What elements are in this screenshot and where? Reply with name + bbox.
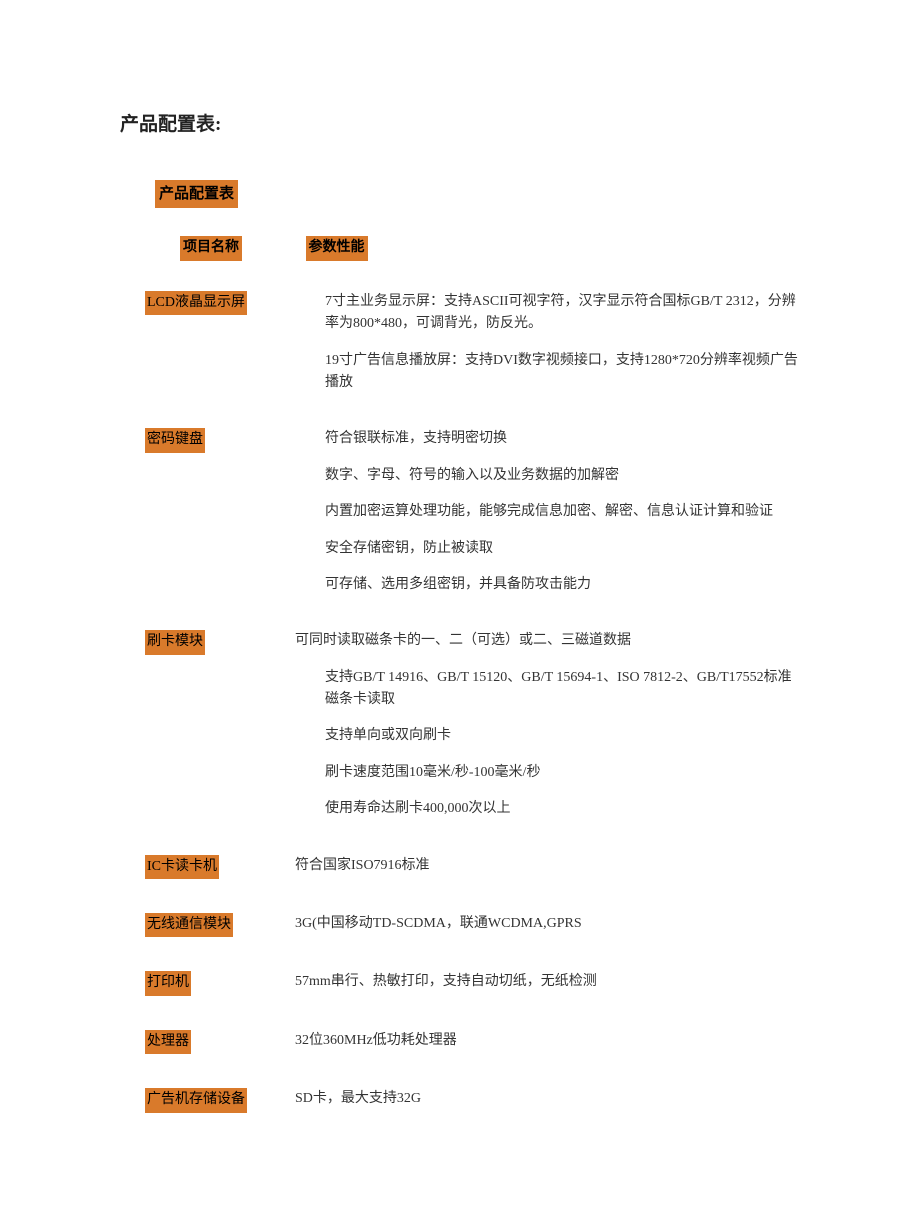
spec-text: 3G(中国移动TD-SCDMA，联通WCDMA,GPRS [295, 913, 800, 935]
spec-row-label: 刷卡模块 [145, 630, 205, 654]
spec-row-label: 处理器 [145, 1030, 191, 1054]
spec-row: 打印机 57mm串行、热敏打印，支持自动切纸，无纸检测 [120, 971, 800, 995]
spec-row-label-cell: 广告机存储设备 [145, 1088, 295, 1112]
spec-row-content: 符合银联标准，支持明密切换数字、字母、符号的输入以及业务数据的加解密内置加密运算… [295, 428, 800, 596]
spec-row: 处理器 32位360MHz低功耗处理器 [120, 1030, 800, 1054]
spec-row: LCD液晶显示屏 7寸主业务显示屏：支持ASCII可视字符，汉字显示符合国标GB/… [120, 291, 800, 395]
spec-row-label: 密码键盘 [145, 428, 205, 452]
spec-text: 使用寿命达刷卡400,000次以上 [325, 798, 800, 820]
spec-text: 19寸广告信息播放屏：支持DVI数字视频接口，支持1280*720分辨率视频广告… [325, 350, 800, 395]
spec-row-label-cell: 处理器 [145, 1030, 295, 1054]
spec-table-body: LCD液晶显示屏 7寸主业务显示屏：支持ASCII可视字符，汉字显示符合国标GB/… [120, 291, 800, 1113]
spec-row-label-cell: 刷卡模块 [145, 630, 295, 654]
section-heading: 产品配置表 [155, 180, 238, 208]
spec-text: 刷卡速度范围10毫米/秒-100毫米/秒 [325, 762, 800, 784]
spec-row: 密码键盘 符合银联标准，支持明密切换数字、字母、符号的输入以及业务数据的加解密内置… [120, 428, 800, 596]
spec-text: 可存储、选用多组密钥，并具备防攻击能力 [325, 574, 800, 596]
spec-row-label: IC卡读卡机 [145, 855, 219, 879]
column-header-item: 项目名称 [180, 236, 242, 260]
spec-row: IC卡读卡机 符合国家ISO7916标准 [120, 855, 800, 879]
spec-row-label: 广告机存储设备 [145, 1088, 247, 1112]
spec-row-label-cell: IC卡读卡机 [145, 855, 295, 879]
spec-text: 7寸主业务显示屏：支持ASCII可视字符，汉字显示符合国标GB/T 2312，分… [325, 291, 800, 336]
spec-text: 32位360MHz低功耗处理器 [295, 1030, 800, 1052]
spec-text: 符合国家ISO7916标准 [295, 855, 800, 877]
spec-text: 57mm串行、热敏打印，支持自动切纸，无纸检测 [295, 971, 800, 993]
spec-row: 无线通信模块 3G(中国移动TD-SCDMA，联通WCDMA,GPRS [120, 913, 800, 937]
spec-text: 支持单向或双向刷卡 [325, 725, 800, 747]
spec-row-label-cell: 密码键盘 [145, 428, 295, 452]
column-header-spec: 参数性能 [306, 236, 368, 260]
spec-row: 刷卡模块 可同时读取磁条卡的一、二（可选）或二、三磁道数据支持GB/T 14916… [120, 630, 800, 820]
spec-row-content: 57mm串行、热敏打印，支持自动切纸，无纸检测 [295, 971, 800, 993]
spec-row-content: 可同时读取磁条卡的一、二（可选）或二、三磁道数据支持GB/T 14916、GB/… [295, 630, 800, 820]
spec-text: 支持GB/T 14916、GB/T 15120、GB/T 15694-1、ISO… [325, 667, 800, 712]
spec-row-content: 3G(中国移动TD-SCDMA，联通WCDMA,GPRS [295, 913, 800, 935]
spec-text: 数字、字母、符号的输入以及业务数据的加解密 [325, 465, 800, 487]
spec-row: 广告机存储设备 SD卡，最大支持32G [120, 1088, 800, 1112]
spec-row-label-cell: 无线通信模块 [145, 913, 295, 937]
spec-row-content: 7寸主业务显示屏：支持ASCII可视字符，汉字显示符合国标GB/T 2312，分… [295, 291, 800, 395]
spec-text: SD卡，最大支持32G [295, 1088, 800, 1110]
spec-row-content: 符合国家ISO7916标准 [295, 855, 800, 877]
spec-row-label: 打印机 [145, 971, 191, 995]
spec-row-content: SD卡，最大支持32G [295, 1088, 800, 1110]
spec-row-label: LCD液晶显示屏 [145, 291, 247, 315]
spec-row-label: 无线通信模块 [145, 913, 233, 937]
spec-row-label-cell: LCD液晶显示屏 [145, 291, 295, 315]
spec-row-label-cell: 打印机 [145, 971, 295, 995]
column-headers-row: 项目名称 参数性能 [120, 236, 800, 260]
spec-text: 可同时读取磁条卡的一、二（可选）或二、三磁道数据 [295, 630, 800, 652]
spec-text: 符合银联标准，支持明密切换 [325, 428, 800, 450]
spec-text: 安全存储密钥，防止被读取 [325, 538, 800, 560]
spec-row-content: 32位360MHz低功耗处理器 [295, 1030, 800, 1052]
spec-text: 内置加密运算处理功能，能够完成信息加密、解密、信息认证计算和验证 [325, 501, 800, 523]
document-title: 产品配置表: [120, 110, 800, 140]
